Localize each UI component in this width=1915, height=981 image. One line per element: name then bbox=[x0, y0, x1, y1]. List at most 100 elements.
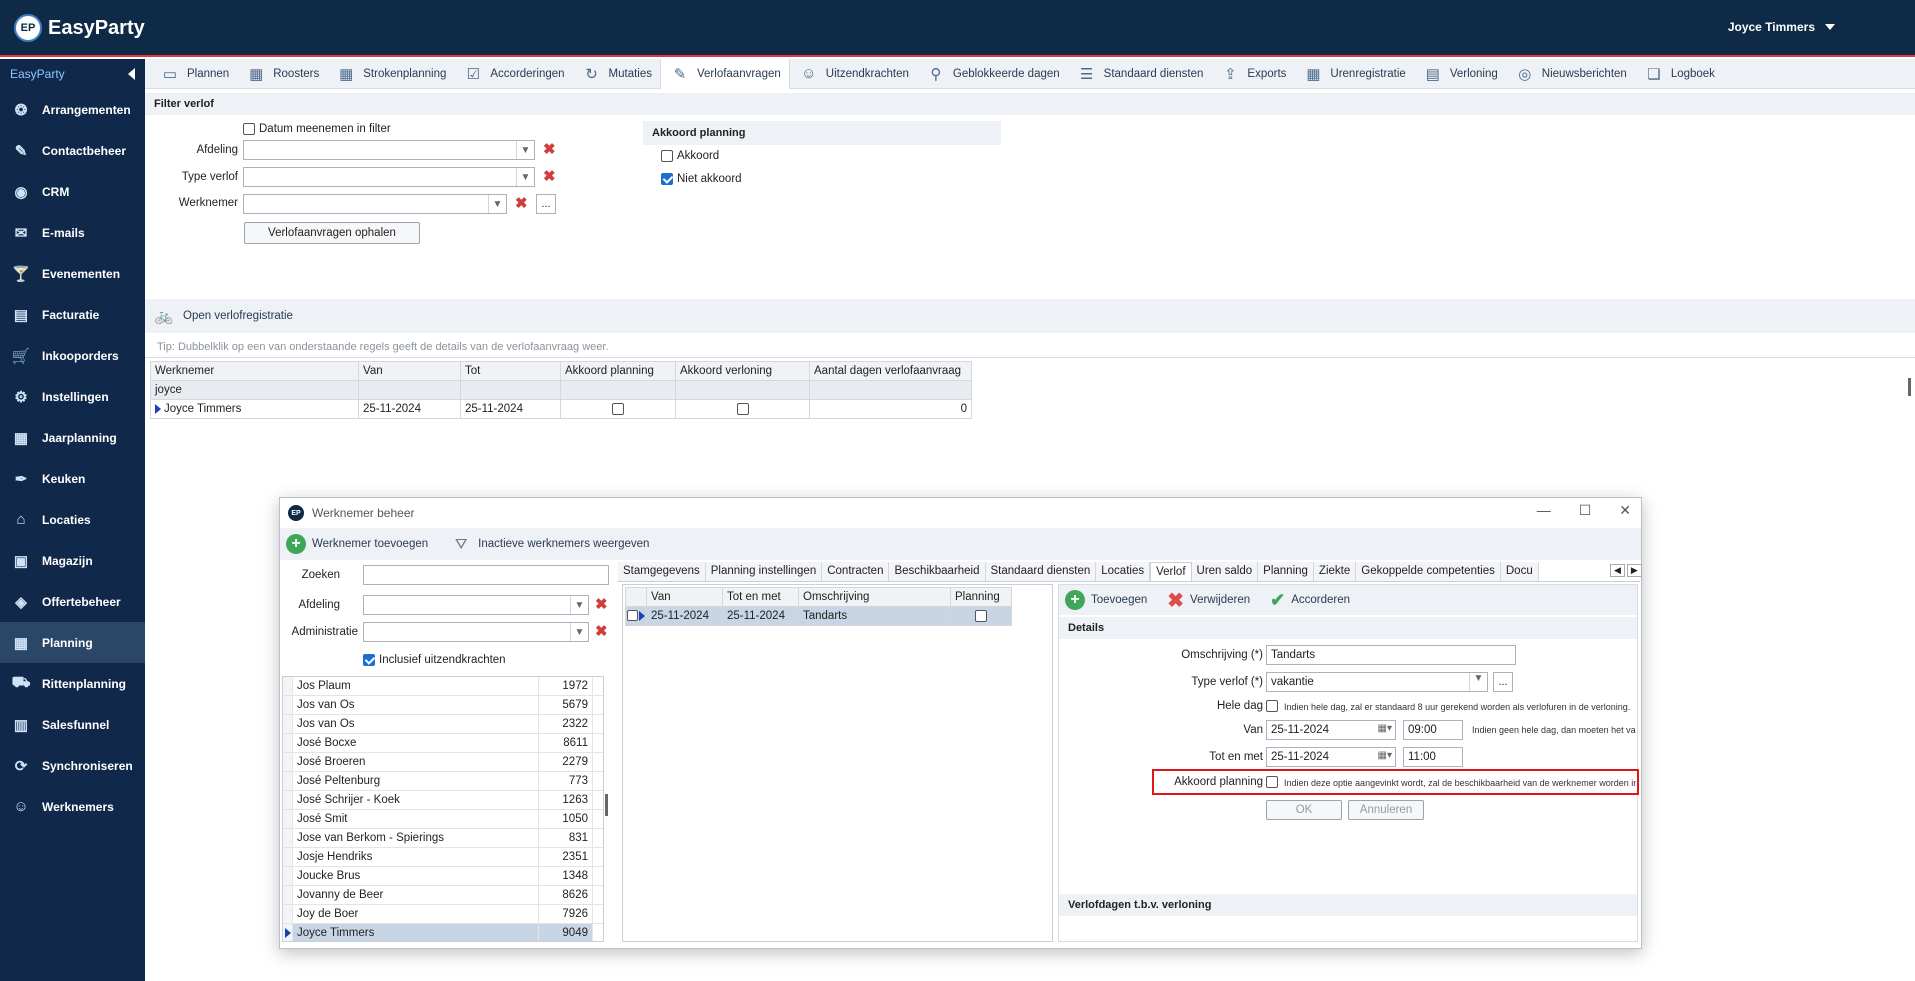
list-item[interactable]: Jos van Os 5679 bbox=[283, 696, 603, 715]
verwijderen-button[interactable]: ✖ Verwijderen bbox=[1167, 588, 1250, 613]
sidebar-item-instellingen[interactable]: ⚙ Instellingen bbox=[0, 376, 145, 417]
sidebar-item-facturatie[interactable]: ▤ Facturatie bbox=[0, 294, 145, 335]
van-date-input[interactable]: 25-11-2024 ▦▾ bbox=[1266, 720, 1396, 740]
list-item[interactable]: Jos Plaum 1972 bbox=[283, 677, 603, 696]
accorderen-button[interactable]: ✔ Accorderen bbox=[1270, 590, 1350, 611]
afdeling-select[interactable]: ▼ bbox=[243, 140, 535, 160]
filter-cell-werknemer[interactable]: joyce bbox=[150, 380, 359, 400]
cell-akkoord-verloning[interactable] bbox=[675, 399, 810, 419]
col-van[interactable]: Van bbox=[358, 361, 461, 381]
sidebar-item-crm[interactable]: ◉ CRM bbox=[0, 171, 145, 212]
sidebar-item-evenementen[interactable]: 🍸 Evenementen bbox=[0, 253, 145, 294]
toolbar-logboek[interactable]: ❏ Logboek bbox=[1635, 59, 1723, 89]
employee-list-scrollbar[interactable] bbox=[605, 794, 608, 816]
toolbar-verloning[interactable]: ▤ Verloning bbox=[1414, 59, 1506, 89]
tab-gekoppelde-competenties[interactable]: Gekoppelde competenties bbox=[1356, 562, 1501, 581]
open-verlofregistratie-title[interactable]: Open verlofregistratie bbox=[183, 310, 293, 322]
tab-uren-saldo[interactable]: Uren saldo bbox=[1191, 562, 1259, 581]
tab-locaties[interactable]: Locaties bbox=[1096, 562, 1151, 581]
tab-verlof[interactable]: Verlof bbox=[1150, 562, 1192, 581]
sidebar-item-jaarplanning[interactable]: ▦ Jaarplanning bbox=[0, 417, 145, 458]
sidebar-item-arrangementen[interactable]: ❂ Arrangementen bbox=[0, 89, 145, 130]
toolbar-roosters[interactable]: ▦ Roosters bbox=[237, 59, 327, 89]
ok-button[interactable]: OK bbox=[1266, 800, 1342, 820]
tot-time-input[interactable]: 11:00 bbox=[1403, 747, 1463, 767]
col-akkoord-verloning[interactable]: Akkoord verloning bbox=[675, 361, 810, 381]
toolbar-uitzendkrachten[interactable]: ☺ Uitzendkrachten bbox=[790, 59, 917, 89]
list-item[interactable]: Joy de Boer 7926 bbox=[283, 905, 603, 924]
sidebar-item-keuken[interactable]: ✒ Keuken bbox=[0, 458, 145, 499]
toolbar-accorderingen[interactable]: ☑ Accorderingen bbox=[454, 59, 572, 89]
row-checkbox[interactable] bbox=[627, 610, 638, 622]
add-employee-button[interactable]: + Werknemer toevoegen bbox=[286, 534, 428, 554]
list-item[interactable]: José Peltenburg 773 bbox=[283, 772, 603, 791]
toolbar-mutaties[interactable]: ↻ Mutaties bbox=[573, 59, 660, 89]
werknemer-select[interactable]: ▼ bbox=[243, 194, 507, 214]
cell-select[interactable] bbox=[625, 606, 647, 626]
toolbar-nieuwsberichten[interactable]: ◎ Nieuwsberichten bbox=[1506, 59, 1635, 89]
hele-dag-checkbox[interactable] bbox=[1266, 700, 1278, 712]
cell-akkoord-planning[interactable] bbox=[560, 399, 676, 419]
list-item[interactable]: Jos van Os 2322 bbox=[283, 715, 603, 734]
minimize-icon[interactable]: — bbox=[1537, 502, 1551, 519]
col-tot[interactable]: Tot bbox=[460, 361, 561, 381]
filter-cell[interactable] bbox=[460, 380, 561, 400]
sidebar-item-locaties[interactable]: ⌂ Locaties bbox=[0, 499, 145, 540]
app-logo[interactable]: EP EasyParty bbox=[14, 14, 145, 42]
sidebar-item-offertebeheer[interactable]: ◈ Offertebeheer bbox=[0, 581, 145, 622]
sidebar-item-rittenplanning[interactable]: ⛟ Rittenplanning bbox=[0, 663, 145, 704]
clear-type-icon[interactable]: ✖ bbox=[543, 167, 556, 185]
scrollbar-thumb[interactable] bbox=[1908, 378, 1911, 396]
toolbar-standaard-diensten[interactable]: ☰ Standaard diensten bbox=[1068, 59, 1212, 89]
akkoord-verloning-checkbox[interactable] bbox=[736, 402, 749, 415]
akkoord-planning-checkbox[interactable] bbox=[612, 402, 624, 415]
incl-uitzend-option[interactable]: Inclusief uitzendkrachten bbox=[363, 654, 506, 666]
cancel-button[interactable]: Annuleren bbox=[1348, 800, 1424, 820]
user-menu[interactable]: Joyce Timmers bbox=[1728, 20, 1835, 34]
tab-docu[interactable]: Docu bbox=[1500, 562, 1539, 581]
toolbar-verlofaanvragen[interactable]: ✎ Verlofaanvragen bbox=[660, 58, 790, 89]
type-verlof-lookup-button[interactable]: ... bbox=[1493, 672, 1513, 692]
tab-ziekte[interactable]: Ziekte bbox=[1313, 562, 1357, 581]
filter-cell[interactable] bbox=[560, 380, 676, 400]
close-icon[interactable]: ✕ bbox=[1619, 502, 1631, 519]
toolbar-exports[interactable]: ⇪ Exports bbox=[1211, 59, 1294, 89]
col-tot-en-met[interactable]: Tot en met bbox=[722, 587, 799, 607]
clear-afdeling-icon[interactable]: ✖ bbox=[595, 595, 608, 613]
col-aantal-dagen[interactable]: Aantal dagen verlofaanvraag bbox=[809, 361, 972, 381]
van-time-input[interactable]: 09:00 bbox=[1403, 720, 1463, 740]
list-item[interactable]: José Smit 1050 bbox=[283, 810, 603, 829]
akkoord-planning-checkbox[interactable] bbox=[1266, 776, 1278, 788]
list-item[interactable]: Jovanny de Beer 8626 bbox=[283, 886, 603, 905]
tab-standaard-diensten[interactable]: Standaard diensten bbox=[985, 562, 1097, 581]
toolbar-urenregistratie[interactable]: ▦ Urenregistratie bbox=[1294, 59, 1413, 89]
col-omschrijving[interactable]: Omschrijving bbox=[798, 587, 951, 607]
akkoord-option[interactable]: Akkoord bbox=[661, 150, 719, 162]
administratie-select[interactable]: ▼ bbox=[363, 622, 589, 642]
show-inactive-button[interactable]: ⛛ Inactieve werknemers weergeven bbox=[450, 533, 650, 555]
toevoegen-button[interactable]: + Toevoegen bbox=[1065, 590, 1147, 610]
tab-beschikbaarheid[interactable]: Beschikbaarheid bbox=[889, 562, 986, 581]
toolbar-strokenplanning[interactable]: ▦ Strokenplanning bbox=[327, 59, 454, 89]
cell-planning[interactable] bbox=[950, 606, 1012, 626]
filter-cell[interactable] bbox=[675, 380, 810, 400]
akkoord-checkbox[interactable] bbox=[661, 150, 673, 162]
col-planning[interactable]: Planning bbox=[950, 587, 1012, 607]
omschrijving-input[interactable]: Tandarts bbox=[1266, 645, 1516, 665]
maximize-icon[interactable]: ☐ bbox=[1579, 502, 1592, 519]
list-item[interactable]: José Bocxe 8611 bbox=[283, 734, 603, 753]
toolbar-geblokkeerde-dagen[interactable]: ⚲ Geblokkeerde dagen bbox=[917, 59, 1068, 89]
zoeken-input[interactable] bbox=[363, 565, 609, 585]
list-item[interactable]: Joyce Timmers 9049 bbox=[283, 924, 603, 941]
sidebar-item-inkooporders[interactable]: 🛒 Inkooporders bbox=[0, 335, 145, 376]
tab-planning[interactable]: Planning bbox=[1258, 562, 1314, 581]
list-item[interactable]: Jose van Berkom - Spierings 831 bbox=[283, 829, 603, 848]
tab-planning-instellingen[interactable]: Planning instellingen bbox=[705, 562, 823, 581]
clear-afdeling-icon[interactable]: ✖ bbox=[543, 140, 556, 158]
col-van[interactable]: Van bbox=[646, 587, 723, 607]
dlg-afdeling-select[interactable]: ▼ bbox=[363, 595, 589, 615]
col-akkoord-planning[interactable]: Akkoord planning bbox=[560, 361, 676, 381]
list-item[interactable]: José Broeren 2279 bbox=[283, 753, 603, 772]
niet-akkoord-checkbox[interactable] bbox=[661, 173, 673, 185]
type-verlof-select[interactable]: vakantie ▼ bbox=[1266, 672, 1488, 692]
